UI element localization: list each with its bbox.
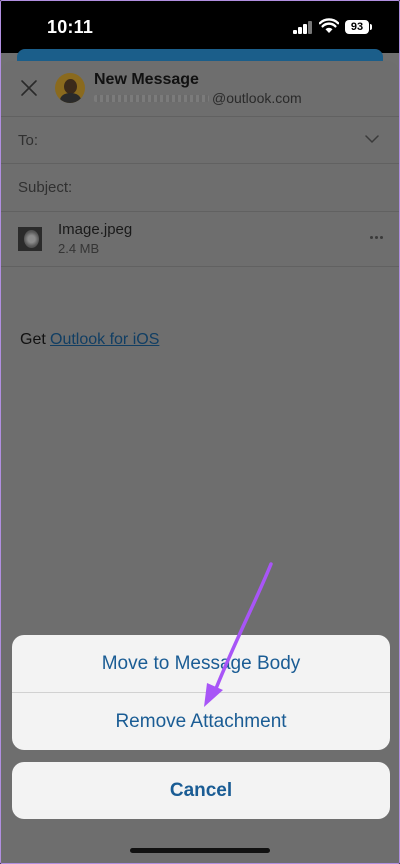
divider — [1, 116, 399, 117]
attachment-thumbnail[interactable] — [18, 227, 42, 251]
compose-title: New Message — [94, 71, 199, 88]
battery-tip — [370, 24, 372, 30]
sender-domain: @outlook.com — [212, 90, 302, 106]
more-icon[interactable] — [370, 236, 384, 240]
signal-icon — [293, 21, 313, 34]
remove-attachment-button[interactable]: Remove Attachment — [12, 693, 390, 750]
signature-text: Get — [20, 331, 46, 348]
signature-link[interactable]: Outlook for iOS — [50, 331, 159, 349]
wifi-icon — [319, 18, 339, 33]
divider — [1, 163, 399, 164]
subject-field[interactable]: Subject: — [18, 179, 72, 196]
cancel-button[interactable]: Cancel — [12, 762, 390, 819]
attachment-size: 2.4 MB — [58, 241, 100, 256]
attachment-name[interactable]: Image.jpeg — [58, 221, 132, 238]
phone-screen: 10:11 93 New Message @outlook.com To: Su… — [0, 0, 400, 864]
action-sheet: Move to Message Body Remove Attachment — [12, 635, 390, 750]
battery-icon: 93 — [345, 20, 369, 34]
redacted-email — [94, 95, 209, 102]
divider — [1, 266, 399, 267]
status-time: 10:11 — [47, 17, 94, 37]
close-icon[interactable] — [20, 79, 38, 97]
avatar[interactable] — [55, 73, 85, 103]
chevron-down-icon[interactable] — [365, 134, 379, 144]
move-to-message-body-button[interactable]: Move to Message Body — [12, 635, 390, 692]
status-bar: 10:11 93 — [1, 1, 399, 63]
home-indicator — [130, 848, 270, 853]
divider — [1, 211, 399, 212]
to-field[interactable]: To: — [18, 132, 38, 149]
